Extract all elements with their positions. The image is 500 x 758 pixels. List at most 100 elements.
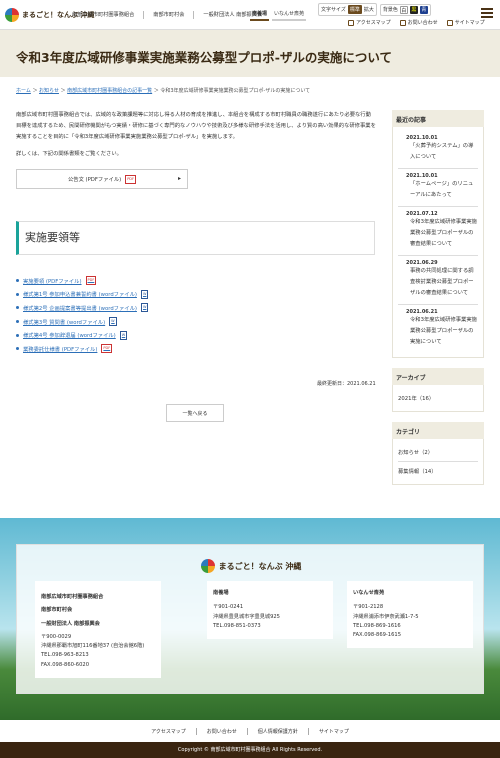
- document-link[interactable]: 実施要領 (PDFファイル) PDF: [16, 276, 148, 285]
- category-item[interactable]: お知らせ（2）: [398, 443, 478, 462]
- footer-link-contact[interactable]: お問い合わせ: [207, 728, 237, 735]
- intro-text: 南部広域市町村圏事務組合では、広域的な政策課題等に対応し得る人材の育成を推進し、…: [16, 112, 376, 140]
- recent-post-item[interactable]: 2021.07.12 令和3年度広域研修事業実施業務公募型プロポーザルの審査結果…: [398, 207, 478, 256]
- recent-post-item[interactable]: 2021.10.01 「火葬予約システム」の導入について: [398, 131, 478, 169]
- sitemap-icon: [446, 19, 453, 26]
- footer-zip: 〒901-0241: [213, 604, 244, 611]
- document-list: 実施要領 (PDFファイル) PDF 様式第1号 参加申込書兼誓約書 (wordフ…: [16, 276, 149, 359]
- breadcrumb-list[interactable]: 南部広域市町村圏事務組合の記事一覧: [67, 88, 152, 94]
- page-hero: 令和3年度広域研修事業実施業務公募型プロポ-ザルの実施について: [0, 30, 500, 77]
- footer-link-privacy[interactable]: 個人情報保護方針: [258, 728, 298, 735]
- footer-menu: アクセスマップ お問い合わせ 個人情報保護方針 サイトマップ: [0, 720, 500, 742]
- footer-link-access[interactable]: アクセスマップ: [151, 728, 186, 735]
- document-link[interactable]: 業務委託仕様書 (PDFファイル) PDF: [16, 344, 148, 354]
- footer-logo[interactable]: まるごと！なんぶ 沖縄: [17, 559, 485, 573]
- site-header: まるごと！なんぶ 沖縄 南部広域市町村圏事務組合 南部市町村会 一般財団法人 南…: [0, 0, 500, 30]
- map-icon: [348, 19, 354, 26]
- pdf-icon: PDF: [101, 344, 113, 354]
- bg-blue-button[interactable]: 青: [419, 5, 428, 14]
- breadcrumb-news[interactable]: お知らせ: [39, 88, 59, 94]
- footer-facility-name[interactable]: 南養場: [213, 589, 327, 598]
- nav-divider: [143, 11, 145, 19]
- facility-tabs: 南養場 いなんせ斎苑: [250, 8, 307, 21]
- notice-download-button[interactable]: 公告文 (PDFファイル) PDF ▸: [16, 169, 188, 189]
- text-size-standard-button[interactable]: 標準: [347, 5, 362, 14]
- archive-title: アーカイブ: [392, 368, 484, 385]
- nav-item-sonkai[interactable]: 南部市町村会: [153, 11, 184, 19]
- breadcrumb: ホーム ＞ お知らせ ＞ 南部広域市町村圏事務組合の記事一覧 ＞ 令和3年度広域…: [16, 88, 311, 94]
- post-title: 事務の共同処理に関する調査検討業務公募型プロポーザルの審査結果について: [410, 268, 474, 296]
- category-title: カテゴリ: [392, 422, 484, 439]
- archive-item[interactable]: 2021年（16）: [398, 389, 478, 407]
- category-list: お知らせ（2） 募集情報（14）: [392, 439, 484, 485]
- back-to-list-button[interactable]: 一覧へ戻る: [166, 404, 224, 422]
- footer-col-nanyojo: 南養場 〒901-0241 沖縄県豊見城市字豊見城925 TEL.098-851…: [207, 581, 333, 640]
- recent-post-item[interactable]: 2021.06.29 事務の共同処理に関する調査検討業務公募型プロポーザルの審査…: [398, 256, 478, 305]
- recent-posts-title: 最近の記事: [392, 110, 484, 127]
- footer-menu-divider: [307, 727, 309, 735]
- post-title: 令和3年度広域研修事業実施業務公募型プロポーザルの審査結果について: [410, 219, 477, 247]
- footer-col-inanse: いなんせ斎苑 〒901-2128 沖縄県浦添市伊奈武瀬1-7-5 TEL.098…: [347, 581, 473, 649]
- tab-nanyojo[interactable]: 南養場: [250, 8, 270, 21]
- document-link-label: 業務委託仕様書 (PDFファイル): [23, 346, 98, 353]
- footer-tel: TEL.098-869-1616: [353, 622, 401, 629]
- footer-fax: FAX.098-860-6020: [41, 661, 90, 668]
- global-nav: 南部広域市町村圏事務組合 南部市町村会 一般財団法人 南部振興会: [72, 11, 262, 19]
- post-title: 「ホームページ」のリニューアルにあたって: [410, 181, 474, 198]
- footer-address: 沖縄県浦添市伊奈武瀬1-7-5: [353, 613, 419, 620]
- text-size-label: 文字サイズ: [321, 7, 346, 13]
- last-updated: 最終更新日：2021.06.21: [317, 381, 376, 387]
- accessibility-tools: 文字サイズ 標準 拡大 背景色 白 黒 青: [318, 3, 431, 16]
- document-link[interactable]: 様式第2号 企画提案書等提出書 (wordファイル) W: [16, 303, 149, 313]
- footer-org-name[interactable]: 南部市町村会: [41, 606, 155, 615]
- footer-zip: 〒900-0029: [41, 633, 72, 640]
- post-title: 令和3年度広域研修事業実施業務公募型プロポーザルの実施について: [410, 317, 477, 345]
- hamburger-menu-button[interactable]: [478, 4, 496, 22]
- util-access-label: アクセスマップ: [356, 20, 391, 26]
- document-link[interactable]: 様式第1号 参加申込書兼誓約書 (wordファイル) W: [16, 289, 149, 299]
- bg-color-control: 背景色 白 黒 青: [379, 3, 431, 16]
- footer-address: 沖縄県豊見城市字豊見城925: [213, 613, 280, 620]
- bg-white-button[interactable]: 白: [399, 5, 408, 14]
- document-link[interactable]: 様式第4号 参加辞退届 (wordファイル) W: [16, 330, 148, 340]
- utility-links: アクセスマップ お問い合わせ サイトマップ: [348, 19, 485, 26]
- util-access[interactable]: アクセスマップ: [348, 19, 391, 26]
- footer-tel: TEL.098-851-0373: [213, 622, 261, 629]
- util-contact[interactable]: お問い合わせ: [399, 19, 438, 26]
- footer-org-name[interactable]: 一般財団法人 南部振興会: [41, 620, 155, 629]
- nav-item-kumiai[interactable]: 南部広域市町村圏事務組合: [72, 11, 134, 19]
- logo-mark-icon: [200, 559, 215, 573]
- nav-divider: [193, 11, 195, 19]
- text-size-large-button[interactable]: 拡大: [364, 6, 374, 13]
- tab-inanse[interactable]: いなんせ斎苑: [272, 8, 307, 21]
- recent-post-item[interactable]: 2021.10.01 「ホームページ」のリニューアルにあたって: [398, 169, 478, 207]
- footer-menu-divider: [195, 727, 197, 735]
- footer-facility-name[interactable]: いなんせ斎苑: [353, 589, 467, 598]
- footer-address: 沖縄県那覇市旭町116番地37 (自治会館6階): [41, 643, 145, 650]
- copyright: Copyright © 南部広域市町村圏事務組合 All Rights Rese…: [0, 742, 500, 758]
- sidebar: 最近の記事 2021.10.01 「火葬予約システム」の導入について 2021.…: [392, 110, 484, 485]
- pdf-icon: PDF: [125, 174, 137, 184]
- category-item[interactable]: 募集情報（14）: [398, 462, 478, 480]
- word-icon: W: [119, 330, 128, 340]
- bg-black-button[interactable]: 黒: [409, 5, 418, 14]
- util-contact-label: お問い合わせ: [407, 20, 438, 26]
- pdf-icon: PDF: [85, 276, 97, 285]
- footer-col-kumiai: 南部広域市町村圏事務組合 南部市町村会 一般財団法人 南部振興会 〒900-00…: [35, 581, 161, 679]
- main-content: 南部広域市町村圏事務組合では、広域的な政策課題等に対応し得る人材の育成を推進し、…: [16, 110, 376, 189]
- recent-posts: 2021.10.01 「火葬予約システム」の導入について 2021.10.01 …: [392, 127, 484, 358]
- footer-org-name[interactable]: 南部広域市町村圏事務組合: [41, 593, 155, 602]
- breadcrumb-home[interactable]: ホーム: [16, 88, 31, 94]
- footer-info-box: まるごと！なんぶ 沖縄 南部広域市町村圏事務組合 南部市町村会 一般財団法人 南…: [16, 544, 484, 694]
- footer-link-sitemap[interactable]: サイトマップ: [319, 728, 349, 735]
- section-heading-box: 実施要領等: [16, 221, 375, 255]
- bg-color-label: 背景色: [382, 7, 398, 13]
- recent-post-item[interactable]: 2021.06.21 令和3年度広域研修事業実施業務公募型プロポーザルの実施につ…: [398, 305, 478, 353]
- archive-list: 2021年（16）: [392, 385, 484, 412]
- document-link[interactable]: 様式第3号 質問書 (wordファイル) W: [16, 317, 148, 327]
- footer-logo-text: まるごと！なんぶ 沖縄: [218, 561, 302, 571]
- document-link-label: 様式第4号 参加辞退届 (wordファイル): [23, 333, 116, 340]
- word-icon: W: [109, 317, 117, 327]
- footer-menu-divider: [246, 727, 248, 735]
- document-link-label: 様式第2号 企画提案書等提出書 (wordファイル): [23, 305, 137, 312]
